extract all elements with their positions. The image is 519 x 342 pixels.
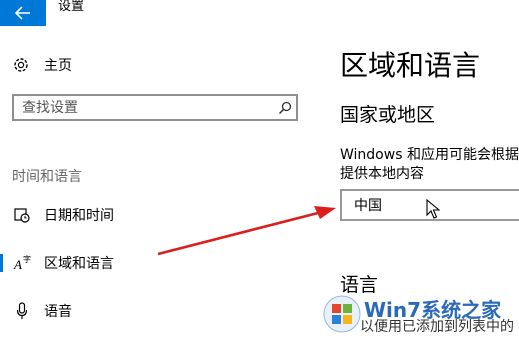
country-dropdown[interactable]: 中国	[340, 189, 519, 221]
country-description-line: 提供本地内容	[340, 166, 424, 182]
windows-logo-icon	[323, 295, 361, 333]
window-title: 设置	[58, 0, 85, 14]
search-icon[interactable]	[274, 101, 296, 115]
sidebar-item-label: 日期和时间	[44, 208, 114, 224]
svg-text:A: A	[13, 257, 22, 271]
gear-icon	[14, 58, 28, 72]
sidebar: 主页 时间和语言 日期和时间 A 字 区域和语言	[0, 26, 318, 342]
back-arrow-icon	[15, 6, 30, 20]
sidebar-item-label: 语音	[44, 304, 72, 320]
country-section-title: 国家或地区	[340, 104, 436, 126]
sidebar-item-label: 区域和语言	[44, 256, 114, 272]
country-description-line: Windows 和应用可能会根据	[340, 147, 519, 163]
search-input[interactable]	[14, 99, 274, 116]
region-language-icon: A 字	[12, 255, 32, 271]
sidebar-item-speech[interactable]: 语音	[0, 296, 300, 326]
page-title: 区域和语言	[340, 49, 481, 82]
watermark: Win7系统之家	[320, 290, 519, 342]
country-dropdown-value: 中国	[354, 198, 382, 214]
search-box[interactable]	[12, 94, 298, 121]
title-bar: 设置	[0, 0, 519, 26]
back-button[interactable]	[0, 0, 46, 26]
sidebar-item-date-time[interactable]: 日期和时间	[0, 200, 300, 230]
svg-text:字: 字	[23, 255, 31, 264]
clock-calendar-icon	[12, 207, 32, 223]
group-header: 时间和语言	[12, 169, 82, 185]
nav-home-label: 主页	[44, 58, 72, 74]
mouse-cursor-icon	[426, 199, 440, 219]
nav-home[interactable]: 主页	[12, 54, 72, 76]
watermark-text: Win7系统之家	[364, 298, 502, 322]
microphone-icon	[12, 302, 32, 320]
country-description: Windows 和应用可能会根据 提供本地内容	[340, 146, 519, 184]
sidebar-item-region-language[interactable]: A 字 区域和语言	[0, 248, 300, 278]
